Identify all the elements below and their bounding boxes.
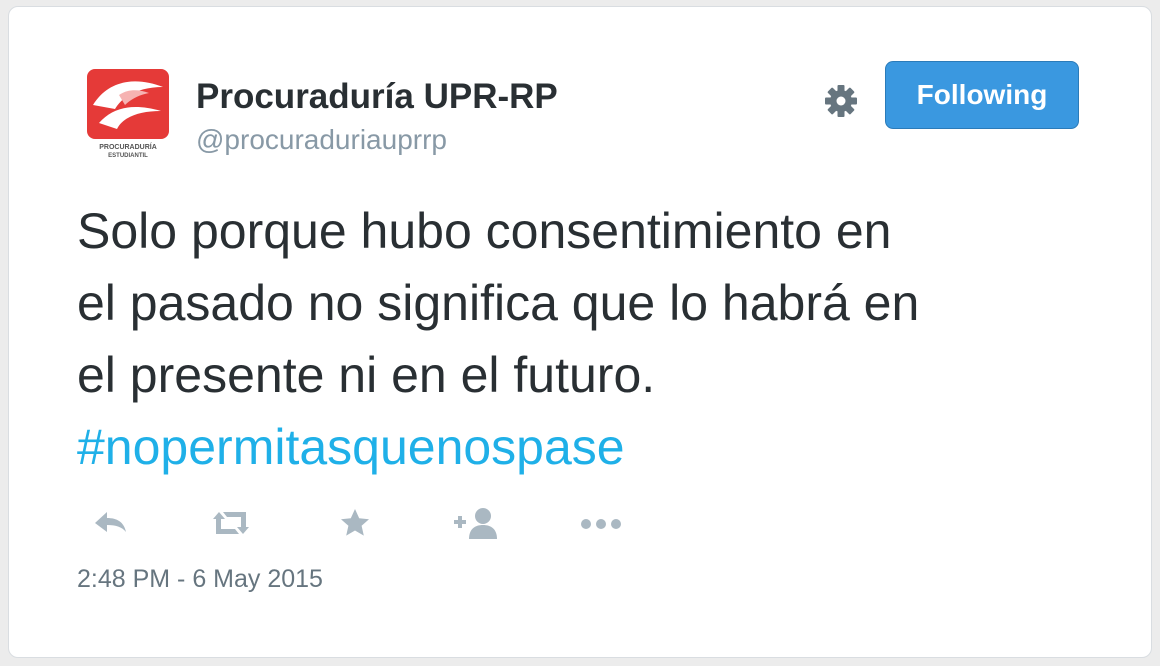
logo-caption-top: PROCURADURÍA — [99, 142, 157, 151]
user-handle[interactable]: @procuraduriauprrp — [196, 124, 447, 156]
procuraduria-logo-icon: PROCURADURÍA ESTUDIANTIL — [87, 69, 169, 159]
following-button[interactable]: Following — [885, 61, 1079, 129]
favorite-star-icon[interactable] — [335, 503, 375, 543]
tweet-text-line: el pasado no significa que lo habrá en — [77, 275, 920, 331]
tweet-text: Solo porque hubo consentimiento en el pa… — [77, 195, 1087, 483]
follow-user-icon[interactable] — [451, 503, 507, 543]
avatar[interactable]: PROCURADURÍA ESTUDIANTIL — [79, 65, 175, 161]
tweet-text-line: Solo porque hubo consentimiento en — [77, 203, 892, 259]
reply-icon[interactable] — [91, 503, 131, 543]
gear-icon[interactable] — [821, 81, 861, 121]
tweet-text-line: el presente ni en el futuro. — [77, 347, 656, 403]
logo-caption-bottom: ESTUDIANTIL — [108, 153, 148, 159]
tweet-timestamp[interactable]: 2:48 PM - 6 May 2015 — [77, 565, 323, 594]
retweet-icon[interactable] — [205, 503, 257, 543]
display-name[interactable]: Procuraduría UPR-RP — [196, 77, 558, 117]
tweet-card: PROCURADURÍA ESTUDIANTIL Procuraduría UP… — [8, 6, 1152, 658]
hashtag-link[interactable]: #nopermitasquenospase — [77, 419, 625, 475]
more-options-icon[interactable] — [575, 503, 627, 543]
